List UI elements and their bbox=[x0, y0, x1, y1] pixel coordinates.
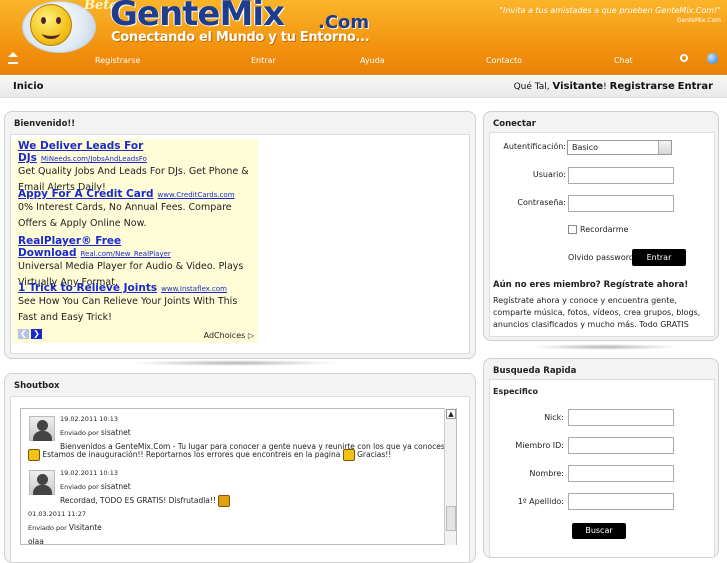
busqueda-panel: Busqueda Rapida Especifico Nick: Miembro… bbox=[483, 358, 719, 558]
avatar[interactable] bbox=[29, 416, 55, 441]
visitor-name: Visitante bbox=[552, 81, 604, 92]
busqueda-title: Busqueda Rapida bbox=[493, 366, 577, 376]
conectar-title: Conectar bbox=[493, 119, 536, 129]
ad-description: Fast and Easy Trick! bbox=[18, 312, 112, 323]
shout-user-link[interactable]: Visitante bbox=[69, 523, 102, 532]
ad-description: 0% Interest Cards, No Annual Fees. Compa… bbox=[18, 202, 232, 213]
shout-message: 01.03.2011 11:27 Enviado por Visitante o… bbox=[28, 508, 102, 548]
shout-date: 01.03.2011 11:27 bbox=[28, 510, 87, 518]
busqueda-subtitle: Especifico bbox=[493, 387, 539, 396]
password-input[interactable] bbox=[568, 195, 674, 212]
user-greeting: Qué Tal, Visitante! Registrarse Entrar bbox=[514, 81, 713, 92]
nav-chat[interactable]: Chat bbox=[614, 56, 633, 65]
scroll-up-icon[interactable]: ▲ bbox=[446, 409, 456, 419]
breadcrumb-inicio[interactable]: Inicio bbox=[13, 81, 44, 92]
entrar-button[interactable]: Entrar bbox=[632, 249, 686, 266]
shout-text: Recordad, TODO ES GRATIS! Disfrutadla!! bbox=[60, 496, 216, 505]
member-id-input[interactable] bbox=[568, 437, 674, 454]
invite-subtext: GenteMix.Com bbox=[676, 17, 721, 24]
shoutbox-title: Shoutbox bbox=[14, 381, 60, 391]
shout-text: olaa bbox=[28, 537, 44, 546]
greeting-excl: ! bbox=[603, 82, 607, 92]
ad-url-link[interactable]: www.Instaflex.com bbox=[161, 285, 227, 293]
auth-label: Autentificación: bbox=[503, 142, 566, 151]
greet-entrar-link[interactable]: Entrar bbox=[678, 81, 713, 92]
globe-icon[interactable] bbox=[707, 53, 718, 64]
shout-message: 19.02.2011 10:13 Enviado por sisatnet Bi… bbox=[60, 413, 445, 453]
promo-text: Regístrate ahora y conoce y encuentra ge… bbox=[493, 295, 700, 331]
greeting-text: Qué Tal, bbox=[513, 82, 550, 92]
ad-prev-arrow-icon[interactable]: ❮ bbox=[18, 329, 29, 339]
ad-title-link[interactable]: 1 Trick to Relieve Joints bbox=[18, 282, 157, 294]
ad-next-arrow-icon[interactable]: ❯ bbox=[31, 329, 42, 339]
apellido-input[interactable] bbox=[568, 493, 674, 510]
panel-shadow bbox=[130, 360, 340, 366]
member-id-label: Miembro ID: bbox=[515, 441, 564, 450]
ad-description: Get Quality Jobs And Leads For DJs. Get … bbox=[18, 166, 249, 177]
shoutbox-scrollbar[interactable]: ▲ bbox=[444, 408, 456, 545]
ad-url-link[interactable]: www.CreditCards.com bbox=[158, 191, 235, 199]
site-logo-text[interactable]: GenteMix bbox=[110, 0, 285, 34]
search-icon[interactable] bbox=[680, 54, 688, 62]
promo-line: Regístrate ahora y conoce y encuentra ge… bbox=[493, 296, 677, 305]
avatar[interactable] bbox=[29, 470, 55, 495]
adchoices-link[interactable]: AdChoices ▷ bbox=[204, 331, 254, 340]
ad-description: Offers & Apply Online Now. bbox=[18, 218, 147, 229]
nav-entrar[interactable]: Entrar bbox=[251, 56, 276, 65]
ad-block: We Deliver Leads For DJs MiNeeds.com/Jobs… bbox=[13, 139, 258, 343]
shout-by: Enviado por bbox=[28, 524, 67, 532]
shout-date: 19.02.2011 10:13 bbox=[60, 469, 119, 477]
shout-text: Gracias!! bbox=[357, 450, 392, 459]
usuario-label: Usuario: bbox=[532, 170, 566, 179]
ad-description: See How You Can Relieve Your Joints With… bbox=[18, 296, 238, 307]
buscar-button[interactable]: Buscar bbox=[572, 523, 626, 539]
forgot-password-link[interactable]: Olvido password? bbox=[568, 253, 638, 262]
promo-heading: Aún no eres miembro? Regístrate ahora! bbox=[493, 280, 689, 290]
shout-user-link[interactable]: sisatnet bbox=[101, 428, 131, 437]
nombre-label: Nombre: bbox=[529, 469, 564, 478]
nav-ayuda[interactable]: Ayuda bbox=[360, 56, 385, 65]
home-icon[interactable] bbox=[8, 52, 18, 64]
shout-message: 19.02.2011 10:13 Enviado por sisatnet Re… bbox=[60, 467, 231, 507]
ad-url-link[interactable]: MiNeeds.com/JobsAndLeadsFo bbox=[41, 155, 147, 163]
nick-label: Nick: bbox=[544, 413, 564, 422]
ad-item: Appy For A Credit Card www.CreditCards.co… bbox=[18, 188, 258, 232]
promo-line: comparte música, fotos, vídeos, crea gru… bbox=[493, 308, 701, 317]
nombre-input[interactable] bbox=[568, 465, 674, 482]
ad-url-link[interactable]: Real.com/New_RealPlayer bbox=[81, 250, 171, 258]
apellido-label: 1º Apellido: bbox=[517, 497, 564, 506]
shout-by: Enviado por bbox=[60, 483, 99, 491]
scrollbar-thumb[interactable] bbox=[446, 506, 456, 531]
breadcrumb-bar: Inicio Qué Tal, Visitante! Registrarse E… bbox=[0, 76, 727, 98]
shout-user-link[interactable]: sisatnet bbox=[101, 482, 131, 491]
remember-label: Recordarme bbox=[580, 225, 629, 234]
ad-item: 1 Trick to Relieve Joints www.Instaflex.c… bbox=[18, 282, 258, 326]
auth-select[interactable]: Basico bbox=[567, 140, 672, 155]
ad-description: Universal Media Player for Audio & Video… bbox=[18, 261, 244, 272]
conectar-panel: Conectar Autentificación: Basico Usuario… bbox=[483, 111, 719, 341]
panel-shadow bbox=[530, 344, 680, 350]
smiley-icon bbox=[342, 449, 355, 461]
greet-registrarse-link[interactable]: Registrarse bbox=[610, 81, 675, 92]
password-label: Contraseña: bbox=[517, 198, 566, 207]
site-tagline: Conectando el Mundo y tu Entorno... bbox=[111, 30, 370, 45]
invite-text: "Invita a tus amistades a que prueben Ge… bbox=[499, 6, 721, 15]
nick-input[interactable] bbox=[568, 409, 674, 426]
remember-checkbox[interactable] bbox=[568, 225, 577, 234]
logo-smiley-icon[interactable] bbox=[30, 4, 72, 46]
shout-by: Enviado por bbox=[60, 429, 99, 437]
ad-title-link[interactable]: Appy For A Credit Card bbox=[18, 188, 154, 200]
promo-line: anuncios clasificados y mucho más. Todo … bbox=[493, 320, 689, 329]
usuario-input[interactable] bbox=[568, 167, 674, 184]
nav-contacto[interactable]: Contacto bbox=[486, 56, 522, 65]
nav-registrarse[interactable]: Registrarse bbox=[95, 56, 140, 65]
bienvenido-title: Bienvenido!! bbox=[14, 119, 76, 129]
main-nav: Registrarse Entrar Ayuda Contacto Chat bbox=[0, 50, 727, 72]
smiley-icon bbox=[218, 495, 231, 507]
shout-text-line: Estamos de inauguración!! Reportarnos lo… bbox=[28, 448, 391, 461]
smiley-icon bbox=[28, 449, 40, 461]
shout-text: Estamos de inauguración!! Reportarnos lo… bbox=[42, 450, 341, 459]
site-header: Beta GenteMix .Com Conectando el Mundo y… bbox=[0, 0, 727, 75]
shout-date: 19.02.2011 10:13 bbox=[60, 415, 119, 423]
